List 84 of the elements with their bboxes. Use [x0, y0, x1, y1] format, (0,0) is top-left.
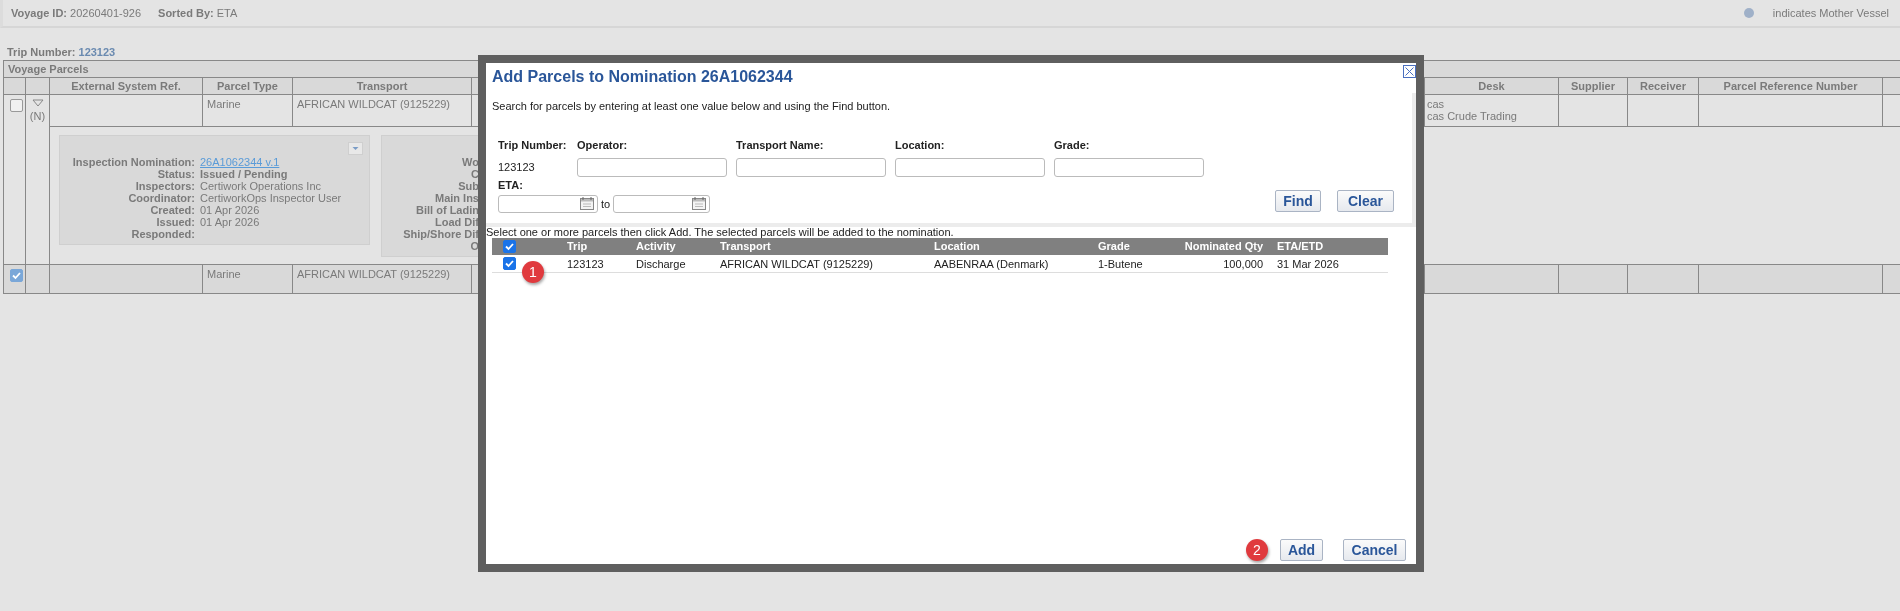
- field-label: Status:: [156, 168, 195, 180]
- date-field[interactable]: [613, 195, 711, 213]
- flag-text: (N): [29, 110, 46, 122]
- field-label: Operator:: [577, 139, 629, 152]
- calendar-icon[interactable]: [580, 197, 594, 210]
- row-checkbox[interactable]: [503, 257, 516, 270]
- circle-icon: [1743, 8, 1754, 18]
- date-field[interactable]: [498, 195, 598, 213]
- instruction-text: Search for parcels by entering at least one value below and using the Find button.: [492, 100, 892, 113]
- column-header: Location: [927, 238, 1091, 255]
- trip-number-text: Trip Number: 123123: [7, 46, 116, 58]
- field-label: Load Dif: [435, 216, 479, 228]
- row-checkbox[interactable]: [10, 269, 23, 282]
- field-value: Issued / Pending: [200, 168, 289, 180]
- dropdown-icon[interactable]: [348, 142, 363, 155]
- field-label: Responded:: [130, 228, 195, 240]
- action-button[interactable]: Cancel: [1343, 539, 1406, 561]
- calendar-icon[interactable]: [692, 197, 707, 210]
- close-icon[interactable]: [1403, 65, 1416, 78]
- range-separator: to: [601, 198, 611, 210]
- column-header: ETA/ETD: [1270, 238, 1388, 255]
- step-badge: 1: [522, 261, 544, 283]
- table-cell: AFRICAN WILDCAT (9125229): [293, 265, 471, 293]
- input-field[interactable]: [736, 158, 886, 177]
- column-header: Transport: [293, 78, 471, 94]
- field-label: Bill of Ladin: [416, 204, 479, 216]
- action-button[interactable]: Clear: [1337, 190, 1394, 212]
- column-header: Activity: [629, 238, 713, 255]
- field-value: 01 Apr 2026: [200, 204, 261, 216]
- column-header: Desk: [1425, 78, 1558, 94]
- column-header: Supplier: [1559, 78, 1627, 94]
- field-label: Wo: [462, 156, 479, 168]
- expand-toggle-icon[interactable]: [31, 99, 44, 107]
- field-label: Main Ins: [435, 192, 479, 204]
- select-all-checkbox[interactable]: [503, 240, 516, 253]
- table-cell: Discharge: [629, 255, 713, 273]
- table-cell: AFRICAN WILDCAT (9125229): [713, 255, 927, 273]
- action-button[interactable]: Find: [1275, 190, 1321, 212]
- table-cell: Marine: [203, 265, 292, 293]
- field-label: Ship/Shore Dif: [403, 228, 479, 240]
- field-value: 01 Apr 2026: [200, 216, 261, 228]
- field-label: Transport Name:: [736, 139, 825, 152]
- step-badge: 2: [1246, 539, 1268, 561]
- column-header: Parcel Reference Number: [1699, 78, 1882, 94]
- field-label: Grade:: [1054, 139, 1091, 152]
- desk-text: cas Crude Trading: [1427, 110, 1518, 122]
- table-cell: 100,000: [1160, 255, 1270, 273]
- field-label: Sub: [458, 180, 479, 192]
- field-label: Coordinator:: [127, 192, 195, 204]
- column-header: Parcel Type: [203, 78, 292, 94]
- field-label: Location:: [895, 139, 946, 152]
- field-label: Created:: [149, 204, 195, 216]
- input-field[interactable]: [1054, 158, 1204, 177]
- column-header: [1883, 78, 1900, 94]
- legend-text: indicates Mother Vessel: [1772, 7, 1889, 19]
- table-cell: 1-Butene: [1091, 255, 1160, 273]
- input-field[interactable]: [577, 158, 727, 177]
- table-cell: 123123: [560, 255, 629, 273]
- instruction-text: Select one or more parcels then click Add. The selected parcels will be added to the nomination.: [486, 227, 955, 237]
- column-header: Nominated Qty: [1160, 238, 1270, 255]
- field-label: Trip Number:: [498, 139, 568, 152]
- action-button[interactable]: Add: [1280, 539, 1323, 561]
- table-cell: Marine: [203, 95, 292, 126]
- voyage-id-text: Voyage ID: 20260401-926: [11, 7, 142, 19]
- field-label: ETA:: [498, 179, 524, 192]
- column-header: Trip: [560, 238, 629, 255]
- column-header: Grade: [1091, 238, 1160, 255]
- column-header: Receiver: [1628, 78, 1698, 94]
- field-value: 123123: [498, 160, 536, 175]
- table-cell: 31 Mar 2026: [1270, 255, 1388, 273]
- input-field[interactable]: [895, 158, 1045, 177]
- field-value: Certiwork Operations Inc: [200, 180, 323, 192]
- sorted-by-text: Sorted By: ETA: [158, 7, 238, 19]
- field-label: C: [471, 168, 479, 180]
- field-label: Inspection Nomination:: [71, 156, 195, 168]
- table-cell: AABENRAA (Denmark): [927, 255, 1091, 273]
- column-header: External System Ref.: [50, 78, 202, 94]
- field-value: CertiworkOps Inspector User: [200, 192, 343, 204]
- row-checkbox[interactable]: [10, 99, 23, 112]
- column-header: Transport: [713, 238, 927, 255]
- table-cell: AFRICAN WILDCAT (9125229): [293, 95, 471, 126]
- desk-text: cas: [1427, 98, 1446, 110]
- field-label: Issued:: [155, 216, 195, 228]
- field-label: Inspectors:: [134, 180, 195, 192]
